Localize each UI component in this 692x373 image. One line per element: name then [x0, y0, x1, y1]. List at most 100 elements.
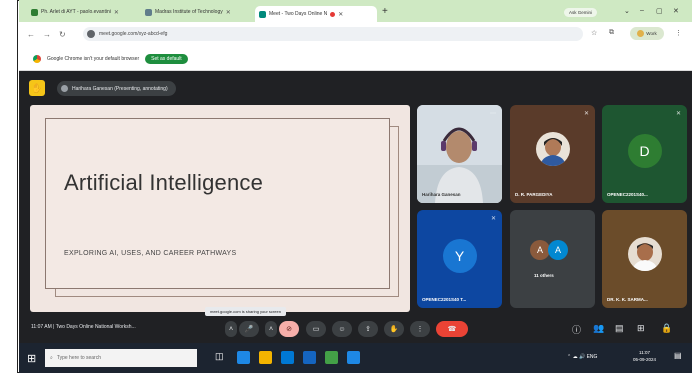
desktop-screen: Ph. Arlet di AYT - paolo.evantini ✕ Madr…	[19, 0, 692, 373]
more-icon[interactable]: ⋯	[490, 110, 496, 117]
chrome-icon	[33, 54, 41, 63]
chrome-taskbar-icon[interactable]	[325, 351, 338, 364]
screen-share-tooltip: meet.google.com is sharing your screen	[205, 307, 286, 316]
participant-name: Harihara Ganesan	[422, 192, 461, 197]
new-tab-icon[interactable]: +	[382, 6, 388, 17]
activities-icon[interactable]: ⊞	[637, 323, 645, 334]
profile-button[interactable]: Work	[630, 27, 664, 40]
participant-tile[interactable]: ✕ D. R. PARGEDIYA	[510, 105, 595, 203]
participant-photo	[627, 237, 662, 271]
captions-button[interactable]: ▭	[306, 321, 326, 337]
infobar-message: Google Chrome isn't your default browser	[47, 55, 140, 62]
mic-off-icon: ✕	[675, 111, 681, 117]
close-icon[interactable]: ✕	[226, 9, 231, 16]
menu-kebab-icon[interactable]: ⋮	[675, 29, 682, 37]
chevron-up-icon[interactable]: ˄	[225, 321, 237, 337]
clock-date: 05-09-2024	[633, 357, 657, 362]
browser-tab-strip: Ph. Arlet di AYT - paolo.evantini ✕ Madr…	[19, 0, 692, 22]
meet-controls-bar: 11:07 AM | Two Days Online National Work…	[19, 307, 692, 343]
forward-icon[interactable]: →	[43, 30, 51, 39]
slide-subtitle: EXPLORING AI, USES, AND CAREER PATHWAYS	[64, 250, 237, 257]
participant-name: D. R. PARGEDIYA	[515, 192, 553, 197]
back-icon[interactable]: ←	[27, 30, 35, 39]
host-controls-icon[interactable]: 🔒	[661, 323, 672, 334]
url-text: meet.google.com/xyz-abcd-efg	[99, 31, 168, 37]
search-placeholder: Type here to search	[56, 355, 102, 361]
close-window-icon[interactable]: ✕	[673, 7, 679, 15]
extensions-icon[interactable]: ⧉	[609, 29, 614, 37]
store-icon[interactable]	[281, 351, 294, 364]
avatar	[637, 30, 645, 37]
search-icon: ⌕	[50, 355, 53, 361]
browser-tab-active[interactable]: Meet - Two Days Online N ✕	[255, 6, 377, 22]
participant-tile[interactable]: ⋯ Harihara Ganesan	[417, 105, 502, 203]
avatar: A	[530, 240, 550, 260]
participant-tile-others[interactable]: A A 11 others	[510, 210, 595, 308]
close-icon[interactable]: ✕	[114, 9, 119, 16]
close-icon[interactable]: ✕	[338, 11, 343, 18]
end-call-button[interactable]: ☎	[436, 321, 468, 337]
left-margin	[0, 0, 18, 373]
chevron-down-icon[interactable]: ⌄	[624, 7, 630, 15]
camera-off-button[interactable]: ⊘	[279, 321, 299, 337]
ask-gemini-button[interactable]: Ask Gemini	[564, 8, 598, 17]
task-view-icon[interactable]: ◫	[215, 351, 228, 364]
meeting-info: 11:07 AM | Two Days Online National Work…	[31, 324, 136, 330]
participant-name: OPENEC2201S40 T...	[422, 297, 467, 302]
browser-toolbar: ← → ↻ meet.google.com/xyz-abcd-efg ☆ ⧉ W…	[19, 22, 692, 47]
meet-main: ✋ Harihara Ganesan (Presenting, annotati…	[19, 71, 692, 343]
slide-title: Artificial Intelligence	[64, 170, 264, 195]
taskbar-search-input[interactable]: ⌕ Type here to search	[45, 349, 197, 367]
info-icon[interactable]: ⓘ	[572, 323, 581, 336]
present-button[interactable]: ⇪	[358, 321, 378, 337]
avatar: D	[627, 134, 662, 168]
reload-icon[interactable]: ↻	[59, 30, 66, 39]
pin-icon[interactable]: ✋	[29, 80, 45, 96]
tab-favicon	[31, 8, 38, 16]
clock-time: 11:07	[639, 350, 650, 355]
address-bar[interactable]: meet.google.com/xyz-abcd-efg	[83, 27, 583, 41]
system-tray-icons[interactable]: ⌃ ☁ 🔊 ENG	[567, 354, 597, 360]
chevron-up-icon[interactable]: ˄	[265, 321, 277, 337]
participant-name: DR. K. K. SARMA...	[607, 297, 648, 302]
edge-icon[interactable]	[237, 351, 250, 364]
bookmark-star-icon[interactable]: ☆	[591, 29, 597, 37]
tab-label: Ph. Arlet di AYT - paolo.evantini	[41, 9, 111, 15]
browser-tab-2[interactable]: Madras Institute of Technology ✕	[141, 5, 253, 19]
participant-photo	[535, 132, 570, 166]
meeting-name: Two Days Online National Worksh...	[55, 324, 136, 330]
participant-video	[417, 105, 502, 203]
people-icon[interactable]: 👥	[593, 323, 604, 334]
browser-tab-1[interactable]: Ph. Arlet di AYT - paolo.evantini ✕	[27, 5, 139, 19]
raise-hand-button[interactable]: ✋	[384, 321, 404, 337]
taskbar-clock[interactable]: 11:07 05-09-2024	[633, 349, 656, 363]
emoji-button[interactable]: ☺	[332, 321, 352, 337]
tab-favicon	[145, 8, 152, 16]
presenting-label: Harihara Ganesan (Presenting, annotating…	[72, 85, 168, 92]
site-info-icon[interactable]	[87, 30, 95, 38]
maximize-icon[interactable]: ▢	[656, 7, 663, 15]
default-browser-infobar: Google Chrome isn't your default browser…	[19, 47, 692, 71]
windows-start-icon[interactable]: ⊞	[27, 352, 36, 365]
mic-off-icon: ✕	[490, 216, 496, 222]
set-default-button[interactable]: Set as default	[145, 53, 188, 64]
minimize-icon[interactable]: –	[640, 7, 644, 14]
chat-icon[interactable]: ▤	[615, 323, 624, 334]
meeting-time: 11:07 AM	[31, 324, 52, 330]
participant-tile[interactable]: Y ✕ OPENEC2201S40 T...	[417, 210, 502, 308]
notifications-icon[interactable]: ▤	[674, 351, 682, 360]
meet-favicon	[259, 10, 266, 18]
participant-tile[interactable]: D ✕ OPENEC2201S40...	[602, 105, 687, 203]
participant-name: 11 others	[534, 273, 554, 278]
participant-name: OPENEC2201S40...	[607, 192, 648, 197]
participant-tile[interactable]: DR. K. K. SARMA...	[602, 210, 687, 308]
mail-icon[interactable]	[303, 351, 316, 364]
avatar: Y	[442, 239, 477, 273]
mic-button[interactable]: 🎤	[239, 321, 259, 337]
app-icon[interactable]	[347, 351, 360, 364]
tab-label: Madras Institute of Technology	[155, 9, 223, 15]
more-options-button[interactable]: ⋮	[410, 321, 430, 337]
windows-taskbar: ⊞ ⌕ Type here to search ◫ ⌃ ☁ 🔊 ENG 11:0…	[19, 343, 692, 373]
presenter-avatar	[61, 85, 68, 92]
file-explorer-icon[interactable]	[259, 351, 272, 364]
